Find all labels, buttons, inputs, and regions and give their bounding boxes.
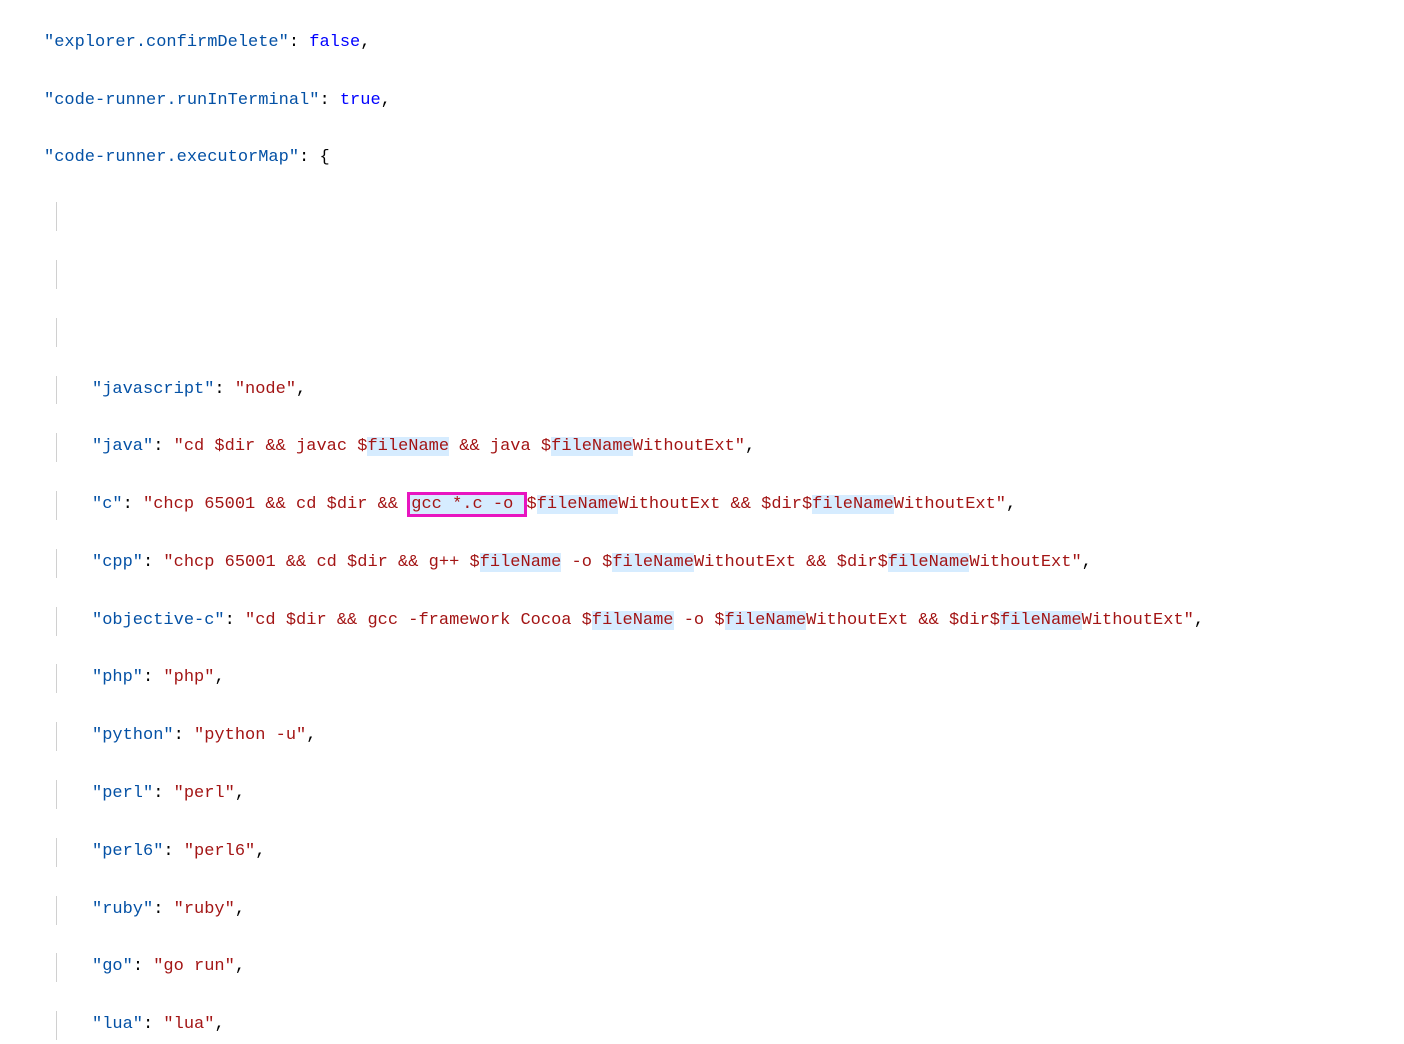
map-line-cpp: "cpp": "chcp 65001 && cd $dir && g++ $fi… — [56, 549, 1404, 578]
setting-line-confirm-delete: "explorer.confirmDelete": false, — [8, 29, 1404, 58]
map-line-perl: "perl": "perl", — [56, 780, 1404, 809]
variable-highlight: fileName — [1000, 611, 1082, 630]
variable-highlight: fileName — [480, 553, 562, 572]
map-line-perl6: "perl6": "perl6", — [56, 838, 1404, 867]
map-line-lua: "lua": "lua", — [56, 1011, 1404, 1040]
variable-highlight: fileName — [551, 437, 633, 456]
json-key: "code-runner.executorMap" — [44, 148, 299, 167]
map-line-c: "c": "chcp 65001 && cd $dir && gcc *.c -… — [56, 491, 1404, 520]
json-bool: false — [309, 33, 360, 52]
variable-highlight: fileName — [537, 495, 619, 514]
map-line-java: "java": "cd $dir && javac $fileName && j… — [56, 433, 1404, 462]
variable-highlight: fileName — [592, 611, 674, 630]
variable-highlight: fileName — [612, 553, 694, 572]
variable-highlight: fileName — [367, 437, 449, 456]
open-brace: { — [319, 148, 329, 167]
json-key: "code-runner.runInTerminal" — [44, 91, 319, 110]
variable-highlight: fileName — [888, 553, 970, 572]
map-line-ruby: "ruby": "ruby", — [56, 896, 1404, 925]
code-editor[interactable]: "explorer.confirmDelete": false, "code-r… — [0, 0, 1404, 1044]
map-line-javascript: "javascript": "node", — [56, 376, 1404, 405]
blank-line — [56, 260, 1404, 289]
setting-line-executor-map: "code-runner.executorMap": { — [8, 144, 1404, 173]
blank-line — [56, 318, 1404, 347]
json-bool: true — [340, 91, 381, 110]
annotation-box: gcc *.c -o — [407, 492, 527, 517]
variable-highlight: fileName — [812, 495, 894, 514]
map-line-php: "php": "php", — [56, 664, 1404, 693]
variable-highlight: fileName — [725, 611, 807, 630]
json-key: "explorer.confirmDelete" — [44, 33, 289, 52]
map-line-objective-c: "objective-c": "cd $dir && gcc -framewor… — [56, 607, 1404, 636]
setting-line-run-in-terminal: "code-runner.runInTerminal": true, — [8, 87, 1404, 116]
blank-line — [56, 202, 1404, 231]
map-line-python: "python": "python -u", — [56, 722, 1404, 751]
map-line-go: "go": "go run", — [56, 953, 1404, 982]
